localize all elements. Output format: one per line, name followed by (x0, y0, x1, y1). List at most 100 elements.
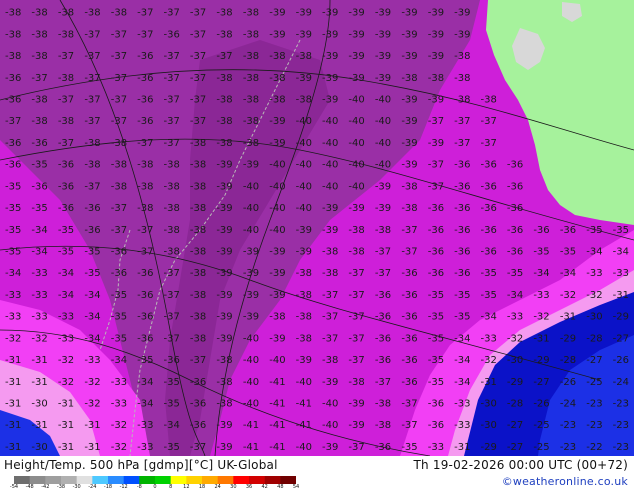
temp-label: -39 (375, 73, 391, 84)
temp-label: -34 (84, 290, 100, 301)
temp-label: -36 (111, 247, 127, 258)
temp-label: -35 (137, 355, 153, 366)
temp-label: -39 (269, 268, 285, 279)
temp-label: -34 (31, 225, 47, 236)
colorbar-swatch (139, 476, 156, 484)
temp-label: -36 (560, 225, 576, 236)
temp-label: -38 (190, 290, 206, 301)
temp-label: -38 (428, 73, 444, 84)
temp-label: -39 (401, 51, 417, 62)
temp-label: -30 (31, 442, 47, 453)
temp-label: -40 (375, 95, 391, 106)
temp-label: -40 (322, 116, 338, 127)
temp-label: -37 (454, 138, 470, 149)
temp-label: -38 (5, 51, 21, 62)
temp-label: -36 (401, 290, 417, 301)
temp-label: -37 (111, 203, 127, 214)
temp-label: -39 (216, 225, 232, 236)
temp-label: -38 (58, 29, 74, 40)
temp-label: -39 (216, 268, 232, 279)
temp-label: -28 (507, 399, 523, 410)
colorbar-tick: 42 (261, 484, 268, 490)
temp-label: -36 (454, 160, 470, 171)
temp-label: -37 (111, 51, 127, 62)
temp-label: -38 (375, 399, 391, 410)
temp-label: -38 (111, 8, 127, 19)
map-footer: Height/Temp. 500 hPa [gdmp][°C] UK-Globa… (0, 456, 634, 490)
temp-label: -37 (348, 355, 364, 366)
temp-label: -23 (586, 399, 602, 410)
colorbar-swatch (155, 476, 171, 484)
temp-label: -38 (216, 73, 232, 84)
colorbar-tick: -54 (9, 484, 19, 490)
temp-label: -39 (428, 29, 444, 40)
temp-label: -39 (348, 51, 364, 62)
temp-label: -36 (428, 203, 444, 214)
credit-link[interactable]: ©weatheronline.co.uk (502, 475, 628, 488)
temp-label: -37 (58, 95, 74, 106)
temp-label: -38 (31, 95, 47, 106)
temp-label: -39 (322, 225, 338, 236)
temp-label: -37 (84, 181, 100, 192)
temp-label: -38 (243, 73, 259, 84)
temp-label: -38 (31, 116, 47, 127)
temp-label: -33 (533, 290, 549, 301)
temp-label: -39 (216, 247, 232, 258)
temp-label: -39 (401, 95, 417, 106)
temp-label: -37 (5, 116, 21, 127)
temp-label: -38 (84, 138, 100, 149)
temp-label: -38 (243, 51, 259, 62)
temp-label: -36 (190, 377, 206, 388)
temp-label: -38 (243, 95, 259, 106)
temp-label: -38 (216, 399, 232, 410)
temp-label: -41 (243, 420, 259, 431)
temp-label: -36 (375, 333, 391, 344)
temp-label: -38 (269, 51, 285, 62)
colorbar-tick: 36 (245, 484, 253, 490)
temp-label: -39 (296, 225, 312, 236)
colorbar-tick: -42 (41, 484, 50, 490)
temp-label: -38 (216, 355, 232, 366)
temp-label: -38 (454, 73, 470, 84)
temp-label: -23 (560, 442, 576, 453)
temp-label: -40 (269, 225, 285, 236)
temp-label: -38 (243, 116, 259, 127)
colorbar-tick: 24 (214, 484, 221, 490)
temp-label: -35 (164, 377, 180, 388)
temp-label: -34 (481, 312, 497, 323)
temp-label: -37 (164, 8, 180, 19)
temp-label: -40 (243, 333, 259, 344)
temp-label: -34 (613, 247, 629, 258)
colorbar-tick: -30 (72, 484, 81, 490)
temp-label: -40 (296, 442, 312, 453)
temp-label: -27 (586, 355, 602, 366)
temp-label: -39 (322, 95, 338, 106)
colorbar-tick: 0 (153, 484, 157, 490)
temp-label: -37 (348, 312, 364, 323)
colorbar-swatch (108, 476, 124, 484)
temp-label: -36 (111, 268, 127, 279)
temp-label: -37 (348, 268, 364, 279)
temp-label: -35 (454, 290, 470, 301)
temp-label: -33 (481, 333, 497, 344)
temp-label: -33 (31, 290, 47, 301)
temp-label: -35 (428, 355, 444, 366)
temp-label: -32 (84, 377, 100, 388)
temp-label: -33 (84, 355, 100, 366)
temp-label: -32 (31, 333, 47, 344)
temp-label: -28 (586, 333, 602, 344)
temp-label: -40 (348, 95, 364, 106)
colorbar-swatch (123, 476, 140, 484)
temp-label: -33 (428, 442, 444, 453)
temp-label: -37 (58, 51, 74, 62)
colorbar-tick: -8 (136, 484, 142, 490)
temp-label: -35 (5, 247, 21, 258)
temp-label: -37 (137, 29, 153, 40)
temp-label: -39 (216, 203, 232, 214)
temp-label: -31 (481, 377, 497, 388)
temp-label: -33 (137, 442, 153, 453)
temp-label: -38 (190, 160, 206, 171)
temp-label: -38 (31, 29, 47, 40)
temp-label: -33 (454, 420, 470, 431)
temp-label: -36 (137, 95, 153, 106)
